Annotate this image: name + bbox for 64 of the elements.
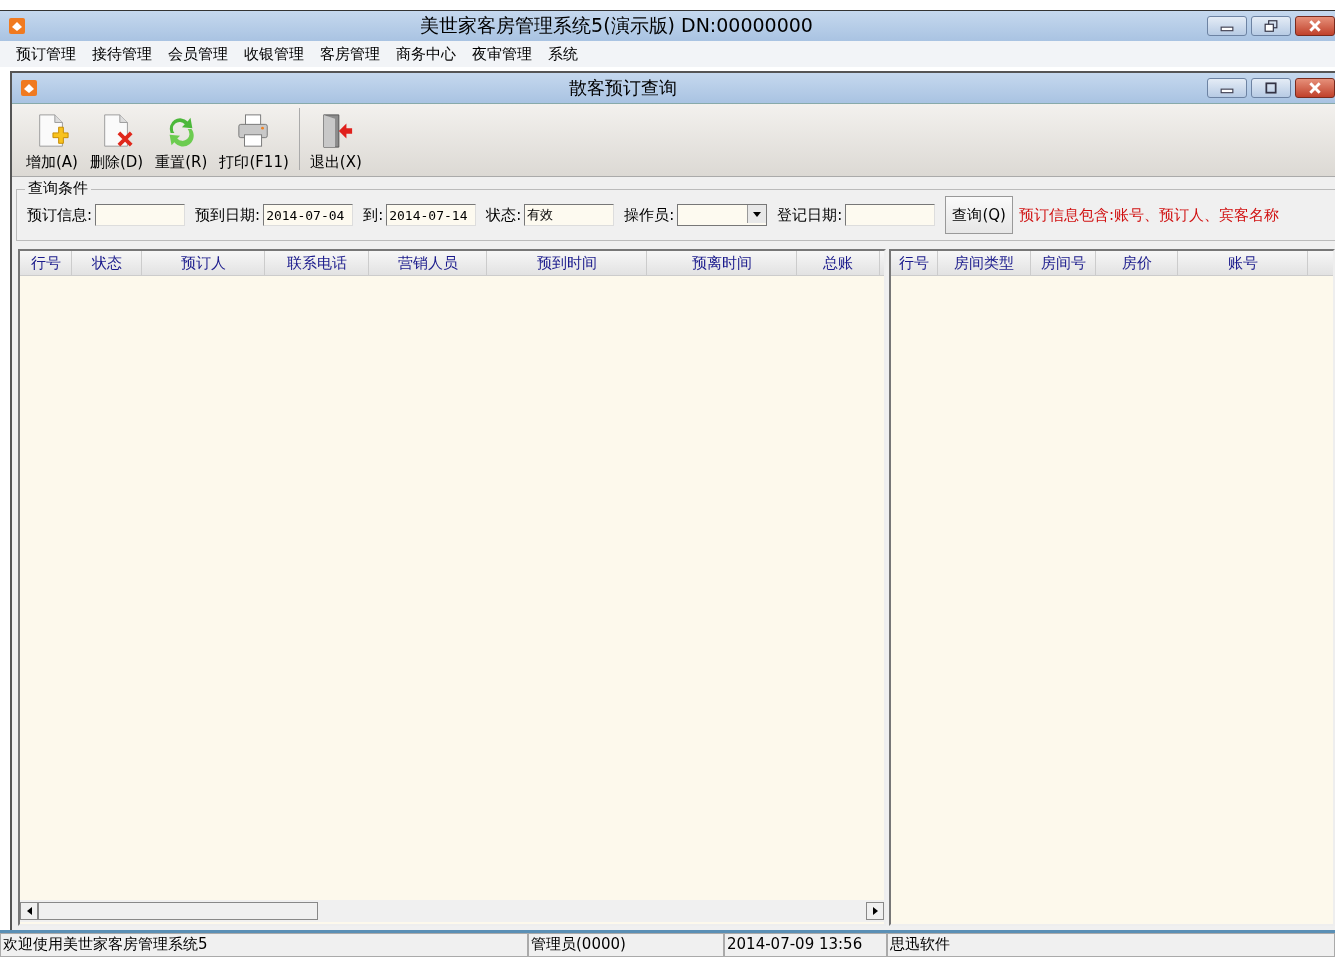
column-header[interactable]: 行号 [891,251,938,275]
caret-icon [753,211,762,217]
column-header[interactable]: 账号 [1178,251,1308,275]
column-header[interactable]: 联系电话 [265,251,369,275]
column-header[interactable]: 房间号 [1031,251,1096,275]
input-field[interactable]: 2014-07-14 [386,204,477,226]
group-title: 查询条件 [25,179,91,198]
column-header[interactable]: 房价 [1096,251,1178,275]
close-icon [1308,20,1322,32]
column-header[interactable]: 状态 [72,251,142,275]
column-header[interactable]: 预到时间 [487,251,647,275]
input-field[interactable] [95,204,186,226]
app-icon [8,17,26,35]
field-label: 预订信息: [27,205,93,225]
minimize-button[interactable] [1207,78,1247,98]
restore-button[interactable] [1251,16,1291,36]
maximize-icon [1264,82,1278,94]
child-window-title: 散客预订查询 [567,76,678,100]
status-text: 欢迎使用美世家客房管理系统5 [0,933,528,957]
toolbar-button[interactable]: 删除(D) [83,111,150,176]
window-title: 美世家客房管理系统5(演示版) DN:00000000 [419,13,814,38]
input-field[interactable] [845,204,936,226]
close-button[interactable] [1295,78,1335,98]
dropdown-field[interactable] [677,204,768,226]
column-header[interactable]: 营销人员 [369,251,487,275]
field-label: 登记日期: [777,205,843,225]
column-header[interactable]: 房间类型 [938,251,1031,275]
field-label: 到: [363,205,384,225]
menu-item[interactable]: 会员管理 [160,44,236,64]
input-field[interactable]: 2014-07-04 [263,204,354,226]
menu-item[interactable]: 收银管理 [236,44,312,64]
field-label: 状态: [486,205,522,225]
scroll-left-button[interactable] [20,902,38,920]
toolbar-button[interactable]: 重置(R) [149,111,214,176]
app-icon [20,79,38,97]
toolbar-button[interactable]: 退出(X) [303,111,368,176]
close-icon [1308,82,1322,94]
scroll-right-button[interactable] [866,902,884,920]
status-text: 思迅软件 [887,933,1335,957]
column-header[interactable]: 总账 [797,251,880,275]
menu-item[interactable]: 系统 [540,44,586,64]
menu-item[interactable]: 商务中心 [388,44,464,64]
query-button[interactable]: 查询(Q) [945,196,1013,234]
menu-item[interactable]: 客房管理 [312,44,388,64]
right-arrow-icon [872,907,878,915]
close-button[interactable] [1295,16,1335,36]
status-text: 2014-07-09 13:56 [724,933,887,957]
menu-item[interactable]: 接待管理 [84,44,160,64]
menu-item[interactable]: 夜审管理 [464,44,540,64]
toolbar-button[interactable]: 打印(F11) [213,111,295,176]
left-arrow-icon [26,907,32,915]
field-label: 预到日期: [195,205,261,225]
status-text: 管理员(0000) [528,933,724,957]
input-field[interactable]: 有效 [524,204,615,226]
column-header[interactable]: 行号 [20,251,72,275]
hint-text: 预订信息包含:账号、预订人、宾客名称 [1018,205,1279,225]
field-label: 操作员: [624,205,675,225]
restore-icon [1264,20,1278,32]
toolbar-button[interactable]: 增加(A) [20,111,84,176]
column-header[interactable]: 预离时间 [647,251,797,275]
menu-item[interactable]: 预订管理 [8,44,84,64]
minimize-button[interactable] [1207,16,1247,36]
column-header[interactable]: 预订人 [142,251,265,275]
maximize-button[interactable] [1251,78,1291,98]
